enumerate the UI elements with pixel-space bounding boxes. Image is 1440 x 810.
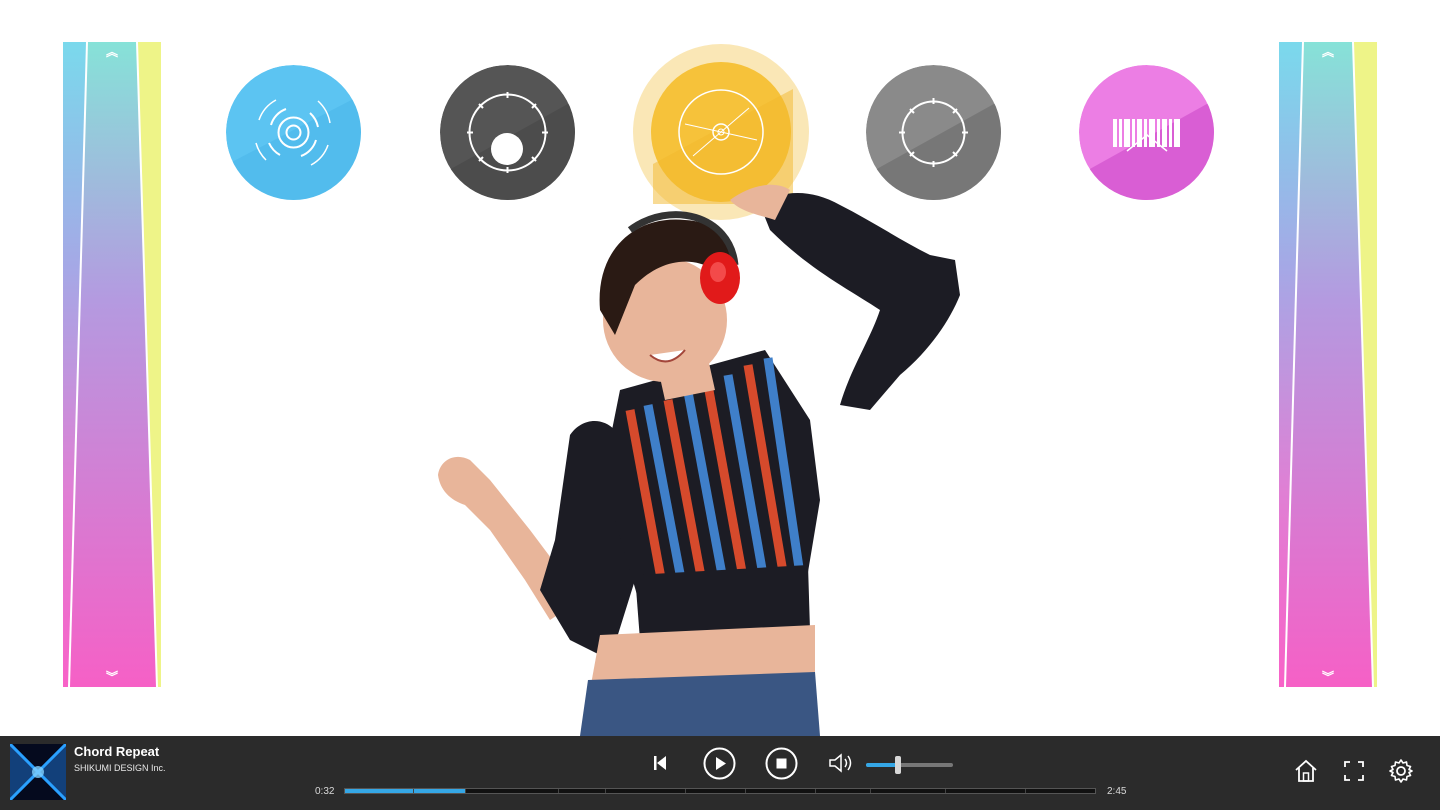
stop-button[interactable] [765, 747, 798, 780]
seek-segment [870, 789, 871, 793]
seek-bar-fill [345, 789, 465, 793]
performance-stage: ︽ ︾ ︽ ︾ [0, 0, 1440, 736]
volume-slider[interactable] [866, 756, 953, 774]
stop-icon [765, 747, 798, 780]
fullscreen-button[interactable] [1340, 757, 1368, 785]
seek-segment [605, 789, 606, 793]
track-title: Chord Repeat [74, 744, 160, 759]
slider-down-icon[interactable]: ︾ [63, 671, 161, 683]
right-slider-gradient [1279, 42, 1377, 687]
previous-track-icon [654, 756, 666, 770]
volume-knob[interactable] [895, 756, 902, 774]
left-slider-gradient [63, 42, 161, 687]
seek-bar[interactable] [344, 788, 1096, 794]
settings-button[interactable] [1387, 757, 1415, 785]
pad-ripple[interactable] [226, 65, 361, 200]
current-time: 0:32 [315, 786, 335, 797]
home-button[interactable] [1292, 757, 1320, 785]
slider-up-icon[interactable]: ︽ [63, 46, 161, 58]
pad-keyboard[interactable] [1079, 65, 1214, 200]
slider-down-icon[interactable]: ︾ [1279, 671, 1377, 683]
right-pitch-slider[interactable]: ︽ ︾ [1279, 42, 1377, 687]
gear-icon [1389, 759, 1413, 783]
seek-segment [685, 789, 686, 793]
left-pitch-slider[interactable]: ︽ ︾ [63, 42, 161, 687]
total-time: 2:45 [1107, 786, 1127, 797]
ripple-rings-icon [226, 65, 361, 200]
album-art-image [10, 744, 66, 800]
seek-segment [815, 789, 816, 793]
seek-segment [558, 789, 559, 793]
fullscreen-icon [1344, 761, 1364, 781]
play-button[interactable] [703, 747, 736, 780]
player-bar: Chord Repeat SHIKUMI DESIGN Inc. 0:32 2:… [0, 736, 1440, 810]
slider-up-icon[interactable]: ︽ [1279, 46, 1377, 58]
seek-segment [945, 789, 946, 793]
track-artist: SHIKUMI DESIGN Inc. [74, 763, 166, 773]
dancer-illustration [438, 184, 960, 736]
volume-fill [866, 763, 899, 767]
seek-segment [413, 789, 414, 793]
speaker-icon [829, 753, 852, 773]
previous-track-button[interactable] [648, 751, 672, 775]
seek-segment [465, 789, 466, 793]
keyboard-icon [1079, 65, 1214, 200]
seek-segment [745, 789, 746, 793]
seek-segment [1025, 789, 1026, 793]
album-art[interactable] [10, 744, 66, 800]
volume-button[interactable] [827, 752, 855, 774]
play-icon [703, 747, 736, 780]
home-icon [1295, 759, 1317, 782]
